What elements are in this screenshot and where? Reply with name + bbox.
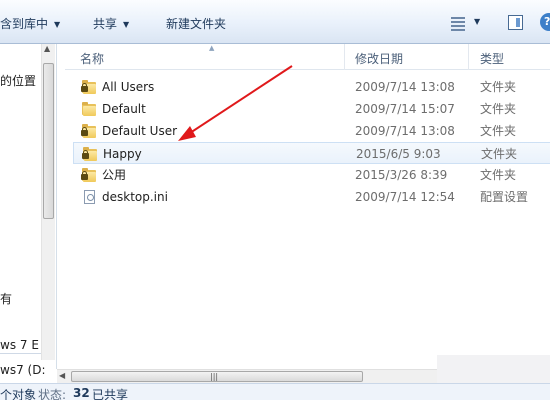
folder-lock-icon — [81, 167, 97, 183]
column-divider[interactable] — [468, 44, 469, 70]
file-row-all-users[interactable]: All Users 2009/7/14 13:08 文件夹 — [65, 76, 550, 98]
new-folder-label: 新建文件夹 — [166, 17, 227, 31]
file-date: 2009/7/14 13:08 — [355, 124, 455, 138]
file-date: 2015/6/5 9:03 — [356, 147, 441, 161]
file-name: 公用 — [102, 168, 127, 182]
file-type: 配置设置 — [480, 190, 529, 204]
include-in-library-label: 含到库中 — [0, 17, 49, 31]
preview-pane-icon[interactable] — [508, 15, 523, 30]
chevron-down-icon: ▼ — [123, 20, 130, 29]
view-details-icon[interactable] — [451, 16, 465, 31]
horizontal-scrollbar-thumb[interactable]: ||| — [71, 371, 363, 382]
file-type: 文件夹 — [480, 168, 517, 182]
chevron-down-icon: ▼ — [54, 20, 61, 29]
file-type: 文件夹 — [480, 124, 517, 138]
status-bar: 个对象 状态: 32 已共享 — [0, 383, 550, 400]
file-date: 2009/7/14 13:08 — [355, 80, 455, 94]
file-date: 2009/7/14 12:54 — [355, 190, 455, 204]
file-list: All Users 2009/7/14 13:08 文件夹 Default 20… — [65, 76, 550, 208]
file-row-public[interactable]: 公用 2015/3/26 8:39 文件夹 — [65, 164, 550, 186]
file-date: 2009/7/14 15:07 — [355, 102, 455, 116]
file-name: Default — [102, 102, 146, 116]
file-name: Happy — [103, 147, 142, 161]
folder-lock-icon — [81, 79, 97, 95]
file-name: desktop.ini — [102, 190, 168, 204]
file-date: 2015/3/26 8:39 — [355, 168, 448, 182]
scroll-left-arrow-icon[interactable]: ◀ — [59, 371, 65, 380]
status-state-label: 状态: — [38, 388, 67, 400]
status-objects-label: 个对象 — [0, 388, 37, 400]
column-header-name[interactable]: 名称 — [80, 50, 104, 67]
view-options-dropdown-icon[interactable]: ▼ — [474, 17, 480, 26]
folder-lock-icon — [82, 146, 98, 162]
horizontal-scrollbar[interactable]: ◀ ||| — [57, 369, 437, 383]
file-row-default-user[interactable]: Default User 2009/7/14 13:08 文件夹 — [65, 120, 550, 142]
navigation-scrollbar-thumb[interactable] — [43, 63, 54, 219]
new-folder-button[interactable]: 新建文件夹 — [166, 15, 226, 33]
file-row-happy[interactable]: Happy 2015/6/5 9:03 文件夹 — [73, 142, 550, 164]
help-icon[interactable]: ? — [540, 13, 550, 31]
file-row-default[interactable]: Default 2009/7/14 15:07 文件夹 — [65, 98, 550, 120]
file-row-desktop-ini[interactable]: desktop.ini 2009/7/14 12:54 配置设置 — [65, 186, 550, 208]
file-type: 文件夹 — [480, 102, 517, 116]
status-shared-label: 已共享 — [92, 388, 129, 400]
column-header-type[interactable]: 类型 — [480, 50, 504, 67]
nav-divider — [0, 353, 45, 354]
sort-ascending-icon: ▲ — [209, 44, 215, 52]
column-header-row: ▲ 名称 修改日期 类型 — [65, 44, 550, 70]
settings-file-icon — [81, 189, 97, 205]
navigation-scrollbar[interactable]: ▲ — [41, 44, 55, 360]
scrollbar-grip-icon: ||| — [210, 372, 219, 381]
command-toolbar: 含到库中 ▼ 共享 ▼ 新建文件夹 ▼ ? — [0, 0, 550, 44]
nav-item-location[interactable]: 的位置 — [0, 72, 36, 89]
nav-item-has[interactable]: 有 — [0, 290, 12, 307]
scroll-up-arrow-icon[interactable]: ▲ — [44, 44, 50, 53]
file-type: 文件夹 — [480, 80, 517, 94]
folder-lock-icon — [81, 123, 97, 139]
file-name: Default User — [102, 124, 178, 138]
nav-item-drive-d[interactable]: ws7 (D: — [0, 363, 45, 377]
share-label: 共享 — [93, 17, 118, 31]
status-count: 32 — [73, 386, 90, 400]
folder-icon — [81, 101, 97, 117]
include-in-library-button[interactable]: 含到库中 ▼ — [0, 15, 60, 33]
nav-item-drive-windows7[interactable]: ws 7 E — [0, 338, 39, 352]
share-button[interactable]: 共享 ▼ — [93, 15, 129, 33]
file-type: 文件夹 — [481, 147, 518, 161]
file-name: All Users — [102, 80, 155, 94]
column-divider[interactable] — [344, 44, 345, 70]
column-header-date[interactable]: 修改日期 — [355, 50, 403, 67]
